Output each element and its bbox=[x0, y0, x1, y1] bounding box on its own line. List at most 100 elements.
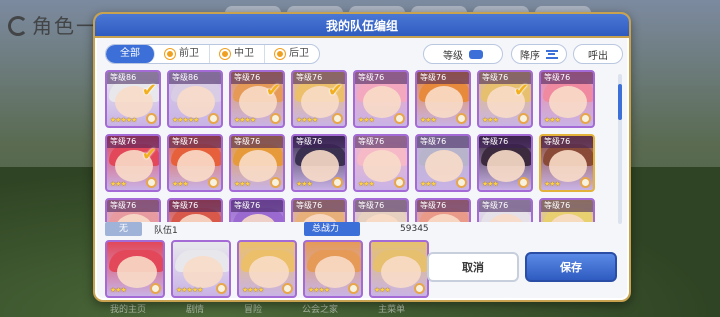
call-label: 呼出 bbox=[588, 50, 608, 62]
character-card[interactable]: 等级76 bbox=[477, 198, 533, 222]
nav-guild: 公会之家 bbox=[302, 305, 339, 315]
selected-check-icon: ✔ bbox=[141, 144, 157, 165]
selected-check-icon: ✔ bbox=[327, 80, 343, 101]
filter-all-label: 全部 bbox=[120, 48, 140, 59]
selected-check-icon: ✔ bbox=[513, 80, 529, 101]
level-toggle-button[interactable]: 等级 bbox=[423, 44, 503, 64]
star-rating: ★★★★★ bbox=[172, 116, 199, 124]
star-rating: ★★★ bbox=[482, 116, 499, 124]
character-card[interactable]: 等级76 ★★★ bbox=[415, 134, 471, 192]
star-rating: ★★★★ bbox=[296, 116, 318, 124]
team-member-slot[interactable]: ★★★ bbox=[369, 240, 429, 298]
save-button[interactable]: 保存 bbox=[525, 252, 617, 282]
star-rating: ★★★★ bbox=[234, 116, 256, 124]
star-rating: ★★★ bbox=[110, 180, 127, 188]
star-rating: ★★★ bbox=[358, 116, 375, 124]
position-icon bbox=[518, 177, 529, 188]
position-icon bbox=[456, 177, 467, 188]
call-out-button[interactable]: 呼出 bbox=[573, 44, 623, 64]
middle-position-icon bbox=[220, 49, 230, 59]
position-filter: 全部 前卫 中卫 后卫 bbox=[105, 44, 320, 64]
swirl-icon bbox=[8, 16, 28, 36]
character-level: 等级76 bbox=[541, 72, 593, 84]
character-level: 等级76 bbox=[293, 200, 345, 212]
character-card[interactable]: 等级76 ★★★ ✔ bbox=[477, 70, 533, 128]
team-member-slot[interactable]: ★★★★ bbox=[237, 240, 297, 298]
position-icon bbox=[282, 283, 293, 294]
character-face bbox=[315, 256, 355, 288]
character-card[interactable]: 等级76 bbox=[105, 198, 161, 222]
position-icon bbox=[580, 113, 591, 124]
position-icon bbox=[270, 113, 281, 124]
character-level: 等级76 bbox=[169, 200, 221, 212]
character-card[interactable]: 等级76 ★★★★ ✔ bbox=[291, 70, 347, 128]
character-card[interactable]: 等级76 ★★★ bbox=[539, 70, 595, 128]
character-card[interactable]: 等级76 ★★★ ✔ bbox=[105, 134, 161, 192]
roster-grid-area[interactable]: 等级86 ★★★★★ ✔ 等级86 ★★★★★ 等级76 ★★★★ ✔ 等级76 ★★★★ ✔ 等级7… bbox=[105, 70, 615, 222]
filter-back[interactable]: 后卫 bbox=[265, 45, 319, 63]
character-level: 等级76 bbox=[479, 200, 531, 212]
front-position-icon bbox=[165, 49, 175, 59]
roster-scrollbar-thumb[interactable] bbox=[618, 84, 622, 120]
position-icon bbox=[150, 283, 161, 294]
total-power-label: 总战力 bbox=[304, 222, 361, 236]
character-card[interactable]: 等级76 bbox=[229, 198, 285, 222]
character-card[interactable]: 等级76 ★★★ bbox=[353, 70, 409, 128]
character-card[interactable]: 等级76 ★★★ bbox=[477, 134, 533, 192]
character-card[interactable]: 等级76 bbox=[353, 198, 409, 222]
star-rating: ★★★ bbox=[296, 180, 313, 188]
character-level: 等级76 bbox=[541, 136, 593, 148]
character-card[interactable]: 等级76 ★★★★ ✔ bbox=[229, 70, 285, 128]
character-card[interactable]: 等级76 ★★★ bbox=[229, 134, 285, 192]
filter-middle-label: 中卫 bbox=[234, 48, 254, 59]
team-member-slot[interactable]: ★★★ bbox=[105, 240, 165, 298]
character-card[interactable]: 等级76 ★★★ bbox=[167, 134, 223, 192]
cancel-button[interactable]: 取消 bbox=[427, 252, 519, 282]
character-card[interactable]: 等级76 ★★★ bbox=[353, 134, 409, 192]
character-face bbox=[183, 256, 223, 288]
position-icon bbox=[332, 177, 343, 188]
character-card[interactable]: 等级76 ★★★ bbox=[415, 70, 471, 128]
character-card[interactable]: 等级76 ★★★ bbox=[539, 134, 595, 192]
position-icon bbox=[580, 177, 591, 188]
filter-front[interactable]: 前卫 bbox=[155, 45, 210, 63]
star-rating: ★★★ bbox=[482, 180, 499, 188]
character-card[interactable]: 等级86 ★★★★★ bbox=[167, 70, 223, 128]
sort-order-button[interactable]: 降序 bbox=[511, 44, 567, 64]
team-member-slot[interactable]: ★★★★ bbox=[303, 240, 363, 298]
character-card[interactable]: 等级76 ★★★ bbox=[291, 134, 347, 192]
character-card[interactable]: 等级76 bbox=[415, 198, 471, 222]
selected-check-icon: ✔ bbox=[265, 80, 281, 101]
character-level: 等级76 bbox=[541, 200, 593, 212]
character-level: 等级76 bbox=[107, 200, 159, 212]
nav-home: 我的主页 bbox=[110, 305, 147, 315]
character-level: 等级76 bbox=[231, 200, 283, 212]
total-power-value: 59345 bbox=[400, 224, 429, 234]
team-name: 队伍1 bbox=[154, 225, 178, 236]
team-slots: ★★★ ★★★★★ ★★★★ ★★★★ ★★★ bbox=[105, 240, 429, 298]
character-card[interactable]: 等级76 bbox=[539, 198, 595, 222]
level-label: 等级 bbox=[443, 50, 463, 62]
position-icon bbox=[414, 283, 425, 294]
team-edit-dialog: 我的队伍编组 全部 前卫 中卫 后卫 等级 降序 呼出 等级86 ★★★★★ ✔ 等级… bbox=[93, 12, 631, 302]
character-face bbox=[117, 256, 157, 288]
character-face bbox=[249, 256, 289, 288]
star-rating: ★★★ bbox=[544, 180, 561, 188]
character-card[interactable]: 等级76 bbox=[291, 198, 347, 222]
character-card[interactable]: 等级76 bbox=[167, 198, 223, 222]
character-card[interactable]: 等级86 ★★★★★ ✔ bbox=[105, 70, 161, 128]
filter-front-label: 前卫 bbox=[179, 48, 199, 59]
team-member-slot[interactable]: ★★★★★ bbox=[171, 240, 231, 298]
character-level: 等级76 bbox=[417, 136, 469, 148]
filter-middle[interactable]: 中卫 bbox=[210, 45, 265, 63]
character-level: 等级76 bbox=[355, 136, 407, 148]
star-rating: ★★★★ bbox=[242, 286, 264, 294]
position-icon bbox=[332, 113, 343, 124]
filter-all[interactable]: 全部 bbox=[106, 45, 155, 63]
star-rating: ★★★ bbox=[172, 180, 189, 188]
star-rating: ★★★ bbox=[358, 180, 375, 188]
character-level: 等级86 bbox=[169, 72, 221, 84]
position-icon bbox=[216, 283, 227, 294]
back-position-icon bbox=[275, 49, 285, 59]
position-icon bbox=[518, 113, 529, 124]
